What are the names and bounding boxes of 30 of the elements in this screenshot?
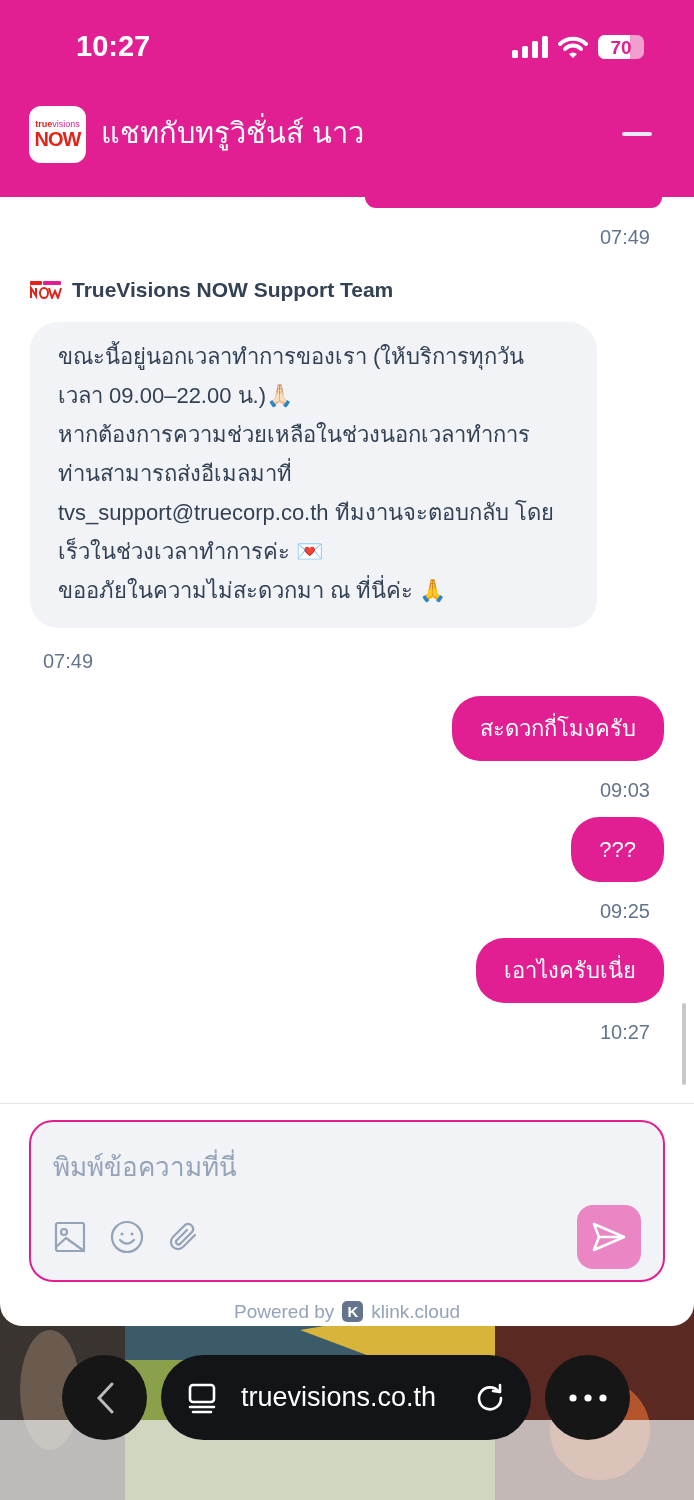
agent-name: TrueVisions NOW Support Team [72, 277, 394, 303]
battery-icon: 70 [598, 35, 644, 59]
send-icon [592, 1221, 626, 1252]
emoji-icon[interactable] [109, 1218, 145, 1255]
tabs-icon[interactable] [187, 1381, 217, 1414]
message-input[interactable]: พิมพ์ข้อความที่นี่ [53, 1147, 641, 1187]
chat-title: แชทกับทรูวิชั่นส์ นาว [101, 112, 365, 156]
powered-by-text: Powered by [233, 1299, 335, 1324]
brand-logo: K [342, 1301, 364, 1323]
message-time: 07:49 [43, 648, 94, 674]
message-bubble: เอาไงครับเนี่ย [476, 937, 664, 1003]
address-bar[interactable]: truevisions.co.th [161, 1355, 531, 1440]
message-time: 09:03 [599, 777, 650, 803]
back-icon [95, 1381, 114, 1414]
image-icon[interactable] [53, 1219, 87, 1254]
message-time: 10:27 [599, 1019, 650, 1045]
minimize-button[interactable] [622, 132, 652, 136]
agent-logo-icon [30, 280, 62, 299]
reload-icon[interactable] [475, 1382, 505, 1413]
wifi-icon [558, 36, 588, 58]
message-time: 09:25 [599, 898, 650, 924]
more-icon [568, 1393, 607, 1402]
signal-icon [512, 36, 548, 58]
clock-time: 10:27 [76, 29, 151, 65]
message-time: 07:49 [599, 225, 650, 250]
url-text: truevisions.co.th [241, 1381, 437, 1415]
message-bubble: สะดวกกี่โมงครับ [452, 695, 664, 761]
app-logo: truevisions NOW [29, 105, 86, 163]
message-bubble: ??? [571, 816, 664, 882]
message-bubble: ขณะนี้อยู่นอกเวลาทำการของเรา (ให้บริการทุกวัน เวลา 09.00–22.00 น.)🙏🏻 หากต้องการความช่วยเหลือในช่วงนอกเวลาทำการ ท่านสามารถส่งอีเมลมาที่ tvs_support@truecorp.co.th ทีมงานจะตอบกลับ โดยเร็วในช่วงเวลาทำการค่ะ 💌 ขออภัยในความไม่สะดวกมา ณ ที่นี่ค่ะ 🙏 [30, 321, 597, 628]
